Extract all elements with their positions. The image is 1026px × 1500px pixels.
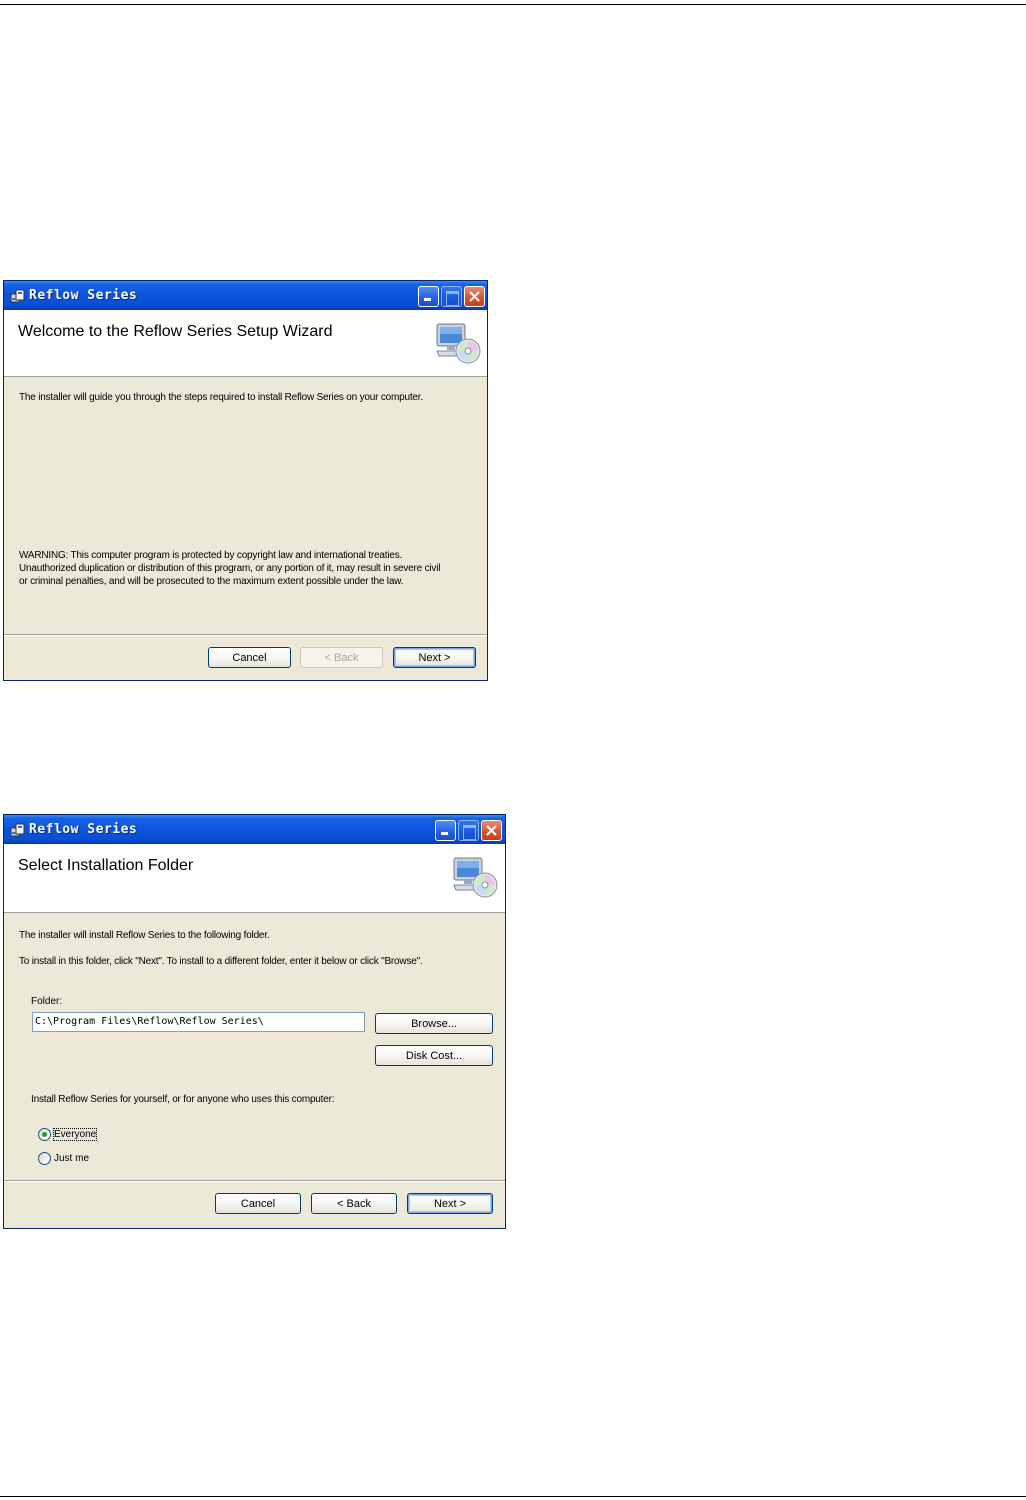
intro-text: The installer will guide you through the…: [19, 392, 423, 403]
next-button[interactable]: Next >: [407, 1193, 493, 1214]
computer-cd-setup-icon: [435, 323, 481, 365]
radio-everyone-label[interactable]: Everyone: [52, 1128, 98, 1141]
installer-app-icon: [10, 288, 26, 304]
title-bar[interactable]: Reflow Series: [4, 815, 505, 844]
page-title: Select Installation Folder: [18, 857, 194, 874]
back-button[interactable]: < Back: [311, 1193, 397, 1214]
window-title: Reflow Series: [29, 822, 138, 837]
warning-line: WARNING: This computer program is protec…: [19, 550, 403, 561]
minimize-icon[interactable]: [435, 820, 456, 841]
page-bottom-rule: [0, 1496, 1026, 1497]
computer-cd-setup-icon: [452, 857, 498, 899]
title-bar[interactable]: Reflow Series: [4, 281, 487, 310]
install-location-text: The installer will install Reflow Series…: [19, 930, 270, 941]
close-icon[interactable]: [464, 286, 485, 307]
browse-button[interactable]: Browse...: [375, 1013, 493, 1034]
header-banner: Select Installation Folder: [4, 844, 505, 913]
maximize-icon: [458, 820, 479, 841]
welcome-dialog: Reflow Series Welcome to the Reflow Seri…: [3, 280, 488, 681]
page-top-rule: [0, 4, 1026, 5]
instructions-text: To install in this folder, click "Next".…: [19, 956, 423, 967]
back-button: < Back: [300, 647, 383, 668]
folder-label: Folder:: [31, 996, 63, 1007]
install-for-text: Install Reflow Series for yourself, or f…: [31, 1094, 335, 1105]
select-folder-dialog: Reflow Series Select Installation Folder…: [3, 814, 506, 1229]
warning-line: or criminal penalties, and will be prose…: [19, 576, 404, 587]
footer-separator: [4, 634, 487, 636]
maximize-icon: [441, 286, 462, 307]
folder-path-input[interactable]: C:\Program Files\Reflow\Reflow Series\: [32, 1012, 365, 1032]
warning-line: Unauthorized duplication or distribution…: [19, 563, 441, 574]
installer-app-icon: [10, 822, 26, 838]
page-title: Welcome to the Reflow Series Setup Wizar…: [18, 323, 333, 340]
radio-everyone[interactable]: Everyone: [38, 1128, 98, 1141]
cancel-button[interactable]: Cancel: [215, 1193, 301, 1214]
radio-button[interactable]: [38, 1152, 51, 1165]
window-title: Reflow Series: [29, 288, 138, 303]
radio-just-me-label[interactable]: Just me: [54, 1153, 89, 1164]
radio-just-me[interactable]: Just me: [38, 1152, 89, 1165]
disk-cost-button[interactable]: Disk Cost...: [375, 1045, 493, 1066]
radio-button-checked[interactable]: [38, 1128, 51, 1141]
footer-separator: [4, 1180, 505, 1182]
header-banner: Welcome to the Reflow Series Setup Wizar…: [4, 310, 487, 377]
cancel-button[interactable]: Cancel: [208, 647, 291, 668]
close-icon[interactable]: [481, 820, 502, 841]
minimize-icon[interactable]: [418, 286, 439, 307]
next-button[interactable]: Next >: [393, 647, 476, 668]
copyright-warning: WARNING: This computer program is protec…: [19, 549, 440, 588]
